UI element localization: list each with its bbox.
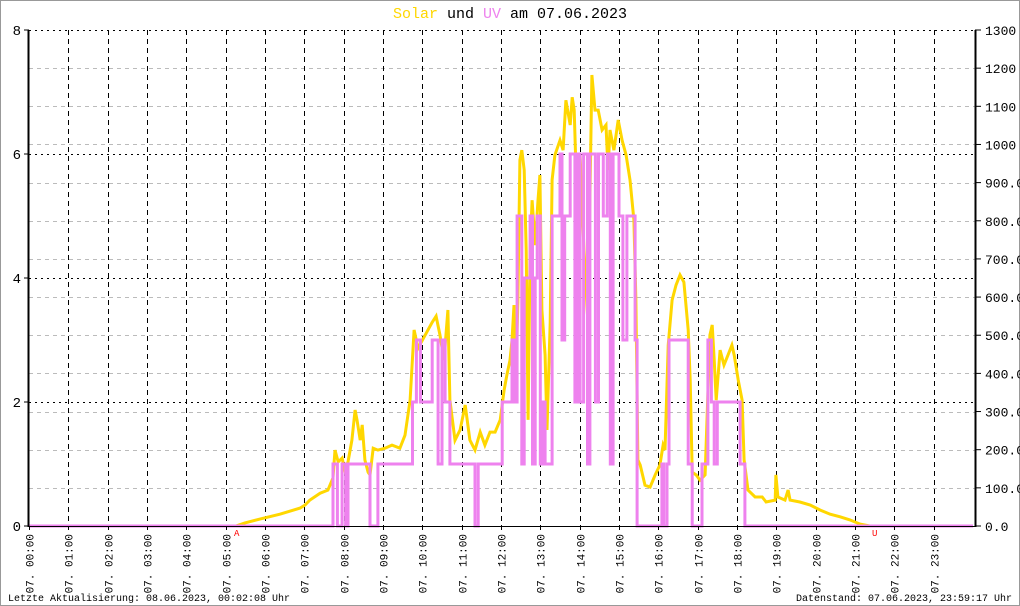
x-tick-label: 07. 14:00: [577, 534, 589, 593]
footer-last-update: Letzte Aktualisierung: 08.06.2023, 00:02…: [8, 593, 290, 605]
x-tick-label: 07. 23:00: [931, 534, 943, 593]
y-right-tick-label: 700.0: [985, 253, 1020, 268]
y-left-tick-label: 6: [13, 148, 21, 164]
y-right-tick-label: 400.0: [985, 367, 1020, 382]
y-right-tick-label: 0.0: [985, 520, 1008, 535]
x-tick-label: 07. 03:00: [144, 534, 156, 593]
footer-data-status: Datenstand: 07.06.2023, 23:59:17 Uhr: [796, 593, 1012, 605]
x-tick-label: 07. 22:00: [891, 534, 903, 593]
title-und: und: [438, 6, 483, 23]
y-right-tick-label: 500.0: [985, 329, 1020, 344]
x-tick-label: 07. 02:00: [105, 534, 117, 593]
x-tick-label: 07. 11:00: [459, 534, 471, 593]
marker-sunset: U: [872, 529, 877, 539]
y-left-tick-label: 8: [13, 24, 21, 40]
frame: [0, 0, 1020, 606]
x-tick-label: 07. 09:00: [380, 534, 392, 593]
x-tick-label: 07. 21:00: [852, 534, 864, 593]
x-tick-label: 07. 06:00: [262, 534, 274, 593]
chart-title: Solar und UV am 07.06.2023: [393, 6, 627, 23]
marker-sunrise: A: [234, 529, 240, 539]
x-tick-label: 07. 15:00: [616, 534, 628, 593]
y-left-tick-label: 0: [13, 520, 21, 536]
y-right-tick-label: 1100: [985, 100, 1016, 115]
y-right-tick-label: 600.0: [985, 291, 1020, 306]
x-tick-label: 07. 05:00: [223, 534, 235, 593]
x-tick-label: 07. 13:00: [537, 534, 549, 593]
x-tick-label: 07. 01:00: [65, 534, 77, 593]
solar-uv-chart: 07. 00:00 07. 01:00 07. 02:00 07. 03:00 07. …: [0, 0, 1020, 606]
chart-canvas: 07. 00:00 07. 01:00 07. 02:00 07. 03:00 07. …: [0, 0, 1020, 606]
title-date: am 07.06.2023: [501, 6, 627, 23]
x-tick-label: 07. 04:00: [183, 534, 195, 593]
x-tick-label: 07. 00:00: [26, 534, 38, 593]
y-left-tick-label: 2: [13, 396, 21, 412]
y-right-tick-label: 1000: [985, 138, 1016, 153]
x-tick-label: 07. 20:00: [813, 534, 825, 593]
y-right-tick-label: 100.0: [985, 482, 1020, 497]
title-uv: UV: [483, 6, 501, 23]
x-tick-label: 07. 17:00: [695, 534, 707, 593]
y-right-tick-label: 300.0: [985, 406, 1020, 421]
y-right-tick-label: 800.0: [985, 215, 1020, 230]
x-tick-label: 07. 12:00: [498, 534, 510, 593]
y-right-tick-label: 1300: [985, 24, 1016, 39]
x-tick-label: 07. 18:00: [734, 534, 746, 593]
y-right-tick-label: 900.0: [985, 177, 1020, 192]
y-left-tick-label: 4: [13, 272, 21, 288]
title-solar: Solar: [393, 6, 438, 23]
x-tick-label: 07. 10:00: [419, 534, 431, 593]
x-tick-label: 07. 16:00: [655, 534, 667, 593]
x-tick-label: 07. 07:00: [301, 534, 313, 593]
y-right-tick-label: 200.0: [985, 444, 1020, 459]
y-right-tick-label: 1200: [985, 62, 1016, 77]
x-tick-label: 07. 08:00: [341, 534, 353, 593]
x-tick-label: 07. 19:00: [773, 534, 785, 593]
